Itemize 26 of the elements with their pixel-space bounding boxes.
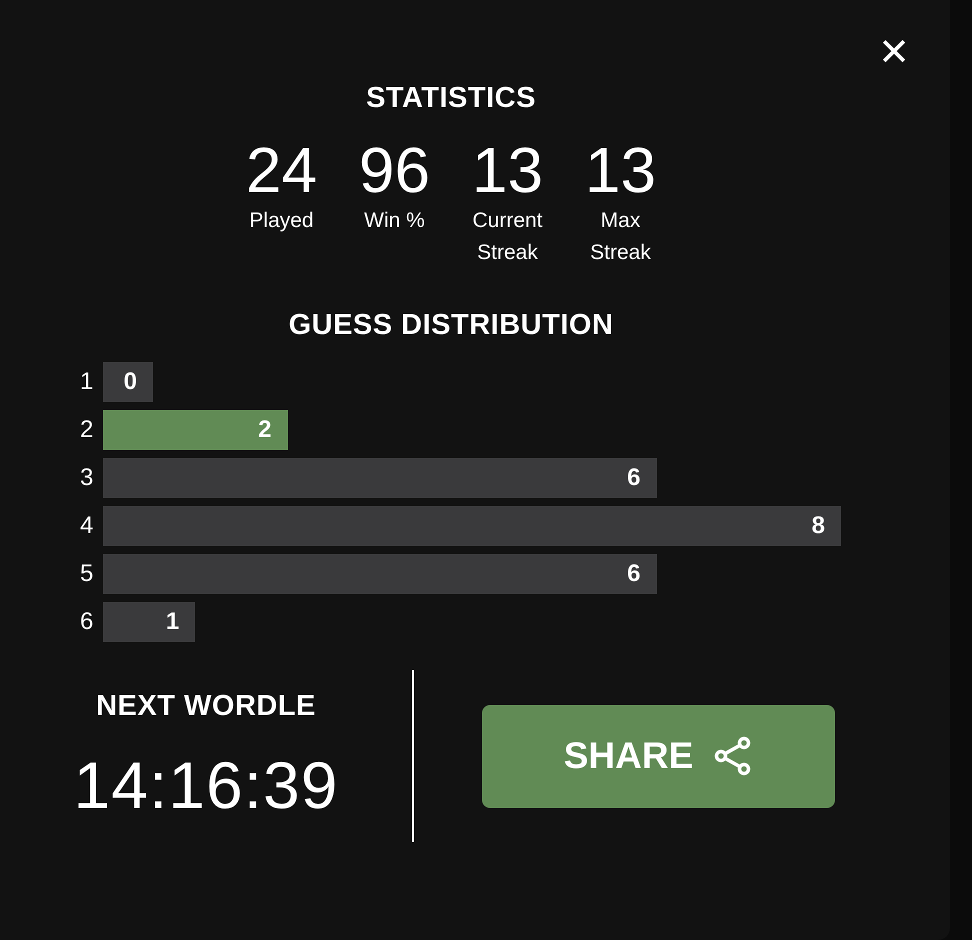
stat-label: Max Streak <box>589 208 652 266</box>
stat-value: 24 <box>246 135 318 205</box>
guess-number: 5 <box>80 560 94 588</box>
distribution-bar: 6 <box>103 458 656 498</box>
distribution-bar: 8 <box>103 506 841 546</box>
share-button[interactable]: SHARE <box>482 704 835 808</box>
guess-number: 1 <box>80 368 94 396</box>
guess-number: 6 <box>80 608 94 636</box>
stat-label: Played <box>248 208 315 234</box>
statistics-title: STATISTICS <box>366 82 536 115</box>
distribution-bar: 2 <box>103 410 288 450</box>
stat-label: Win % <box>363 208 426 234</box>
close-button[interactable]: ✕ <box>878 26 910 78</box>
distribution-bar: 6 <box>103 554 656 594</box>
stat-value: 13 <box>472 135 544 205</box>
guess-number: 3 <box>80 464 94 492</box>
next-wordle-label: NEXT WORDLE <box>96 690 316 722</box>
stat-value: 96 <box>358 135 430 205</box>
guess-number: 4 <box>80 512 94 540</box>
distribution-bar: 0 <box>103 362 153 402</box>
distribution-bar: 1 <box>103 602 196 642</box>
guess-distribution-title: GUESS DISTRIBUTION <box>288 309 614 342</box>
stat-value: 13 <box>584 135 656 205</box>
guess-number: 2 <box>80 416 94 444</box>
stat-label: Current Streak <box>471 208 544 266</box>
countdown-timer: 14:16:39 <box>74 746 338 822</box>
